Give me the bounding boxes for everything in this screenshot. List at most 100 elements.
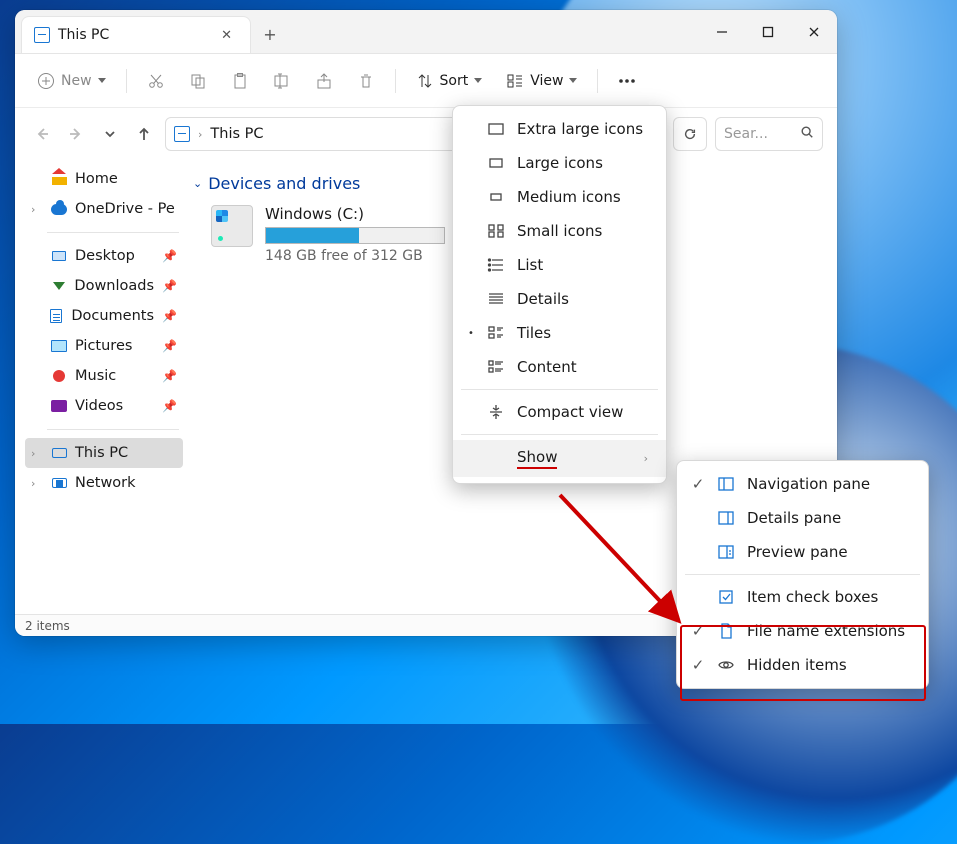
check-icon: ✓ [691, 475, 705, 493]
tiles-icon [487, 324, 505, 342]
tab-this-pc[interactable]: This PC ✕ [21, 16, 251, 53]
breadcrumb-this-pc[interactable]: This PC [210, 126, 263, 142]
up-button[interactable] [131, 121, 157, 147]
more-button[interactable] [610, 66, 644, 96]
check-icon: ✓ [691, 622, 705, 640]
menu-item-preview-pane[interactable]: Preview pane [677, 535, 928, 569]
search-placeholder: Sear... [724, 126, 768, 142]
pc-icon [52, 448, 67, 458]
compact-view-icon [487, 403, 505, 421]
pin-icon: 📌 [162, 249, 177, 263]
list-icon [487, 256, 505, 274]
sidebar-item-videos[interactable]: › Videos📌 [25, 391, 183, 421]
menu-item-hidden-items[interactable]: ✓ Hidden items [677, 648, 928, 682]
medium-icons-icon [487, 188, 505, 206]
menu-item-list[interactable]: List [453, 248, 666, 282]
share-button[interactable] [307, 66, 341, 96]
rename-button[interactable] [265, 66, 299, 96]
refresh-button[interactable] [673, 117, 707, 151]
music-icon [53, 370, 65, 382]
menu-item-details[interactable]: Details [453, 282, 666, 316]
sidebar-item-documents[interactable]: › Documents📌 [25, 301, 183, 331]
menu-item-file-name-extensions[interactable]: ✓ File name extensions [677, 614, 928, 648]
sort-button[interactable]: Sort [408, 66, 491, 96]
view-button[interactable]: View [498, 66, 585, 96]
recent-locations-button[interactable] [97, 121, 123, 147]
new-tab-button[interactable]: + [251, 16, 289, 53]
scissors-icon [147, 72, 165, 90]
menu-item-item-check-boxes[interactable]: Item check boxes [677, 580, 928, 614]
drive-item-c[interactable]: Windows (C:) 148 GB free of 312 GB [211, 205, 481, 264]
navigation-pane-icon [717, 475, 735, 493]
sidebar-item-network[interactable]: › Network [25, 468, 183, 498]
videos-icon [51, 400, 67, 412]
menu-item-content[interactable]: Content [453, 350, 666, 384]
view-icon [506, 72, 524, 90]
details-pane-icon [717, 509, 735, 527]
sidebar-item-this-pc[interactable]: › This PC [25, 438, 183, 468]
maximize-button[interactable] [745, 10, 791, 53]
expand-icon[interactable]: › [31, 203, 43, 216]
small-icons-icon [487, 222, 505, 240]
sidebar-item-pictures[interactable]: › Pictures📌 [25, 331, 183, 361]
sidebar-item-music[interactable]: › Music📌 [25, 361, 183, 391]
downloads-icon [53, 282, 65, 290]
drive-name: Windows (C:) [265, 205, 445, 223]
this-pc-icon [174, 126, 190, 142]
extra-large-icons-icon [487, 120, 505, 138]
chevron-right-icon: › [198, 128, 202, 141]
checkbox-icon [717, 588, 735, 606]
sidebar-item-downloads[interactable]: › Downloads📌 [25, 271, 183, 301]
chevron-down-icon [98, 78, 106, 83]
search-icon [800, 125, 814, 143]
expand-icon[interactable]: › [31, 477, 43, 490]
cloud-icon [51, 204, 67, 215]
sidebar-item-desktop[interactable]: › Desktop📌 [25, 241, 183, 271]
chevron-down-icon [474, 78, 482, 83]
eye-icon [717, 656, 735, 674]
network-icon [52, 478, 67, 488]
nav-row: › This PC Sear... [15, 108, 837, 160]
cut-button[interactable] [139, 66, 173, 96]
copy-button[interactable] [181, 66, 215, 96]
pin-icon: 📌 [162, 369, 177, 383]
sidebar-item-onedrive[interactable]: › OneDrive - Pe [25, 194, 183, 224]
new-button[interactable]: New [29, 66, 114, 96]
pin-icon: 📌 [162, 309, 177, 323]
tab-title: This PC [58, 27, 109, 43]
sidebar-item-home[interactable]: › Home [25, 164, 183, 194]
chevron-down-icon: ⌄ [193, 177, 202, 190]
minimize-button[interactable] [699, 10, 745, 53]
ellipsis-icon [618, 72, 636, 90]
expand-icon[interactable]: › [31, 447, 43, 460]
back-button[interactable] [29, 121, 55, 147]
content-icon [487, 358, 505, 376]
menu-item-large-icons[interactable]: Large icons [453, 146, 666, 180]
menu-item-details-pane[interactable]: Details pane [677, 501, 928, 535]
menu-item-compact-view[interactable]: Compact view [453, 395, 666, 429]
menu-item-medium-icons[interactable]: Medium icons [453, 180, 666, 214]
menu-item-show[interactable]: Show › [453, 440, 666, 477]
pin-icon: 📌 [162, 339, 177, 353]
titlebar: This PC ✕ + [15, 10, 837, 54]
details-icon [487, 290, 505, 308]
search-input[interactable]: Sear... [715, 117, 823, 151]
large-icons-icon [487, 154, 505, 172]
menu-item-extra-large-icons[interactable]: Extra large icons [453, 112, 666, 146]
close-window-button[interactable] [791, 10, 837, 53]
chevron-down-icon [569, 78, 577, 83]
menu-item-small-icons[interactable]: Small icons [453, 214, 666, 248]
sort-icon [416, 72, 434, 90]
file-icon [717, 622, 735, 640]
delete-button[interactable] [349, 66, 383, 96]
menu-item-tiles[interactable]: • Tiles [453, 316, 666, 350]
navigation-pane: › Home › OneDrive - Pe › Desktop📌 › Down… [15, 160, 187, 614]
close-tab-button[interactable]: ✕ [217, 26, 236, 45]
pin-icon: 📌 [162, 399, 177, 413]
check-icon: ✓ [691, 656, 705, 674]
paste-button[interactable] [223, 66, 257, 96]
menu-item-navigation-pane[interactable]: ✓ Navigation pane [677, 467, 928, 501]
share-icon [315, 72, 333, 90]
plus-circle-icon [37, 72, 55, 90]
forward-button[interactable] [63, 121, 89, 147]
